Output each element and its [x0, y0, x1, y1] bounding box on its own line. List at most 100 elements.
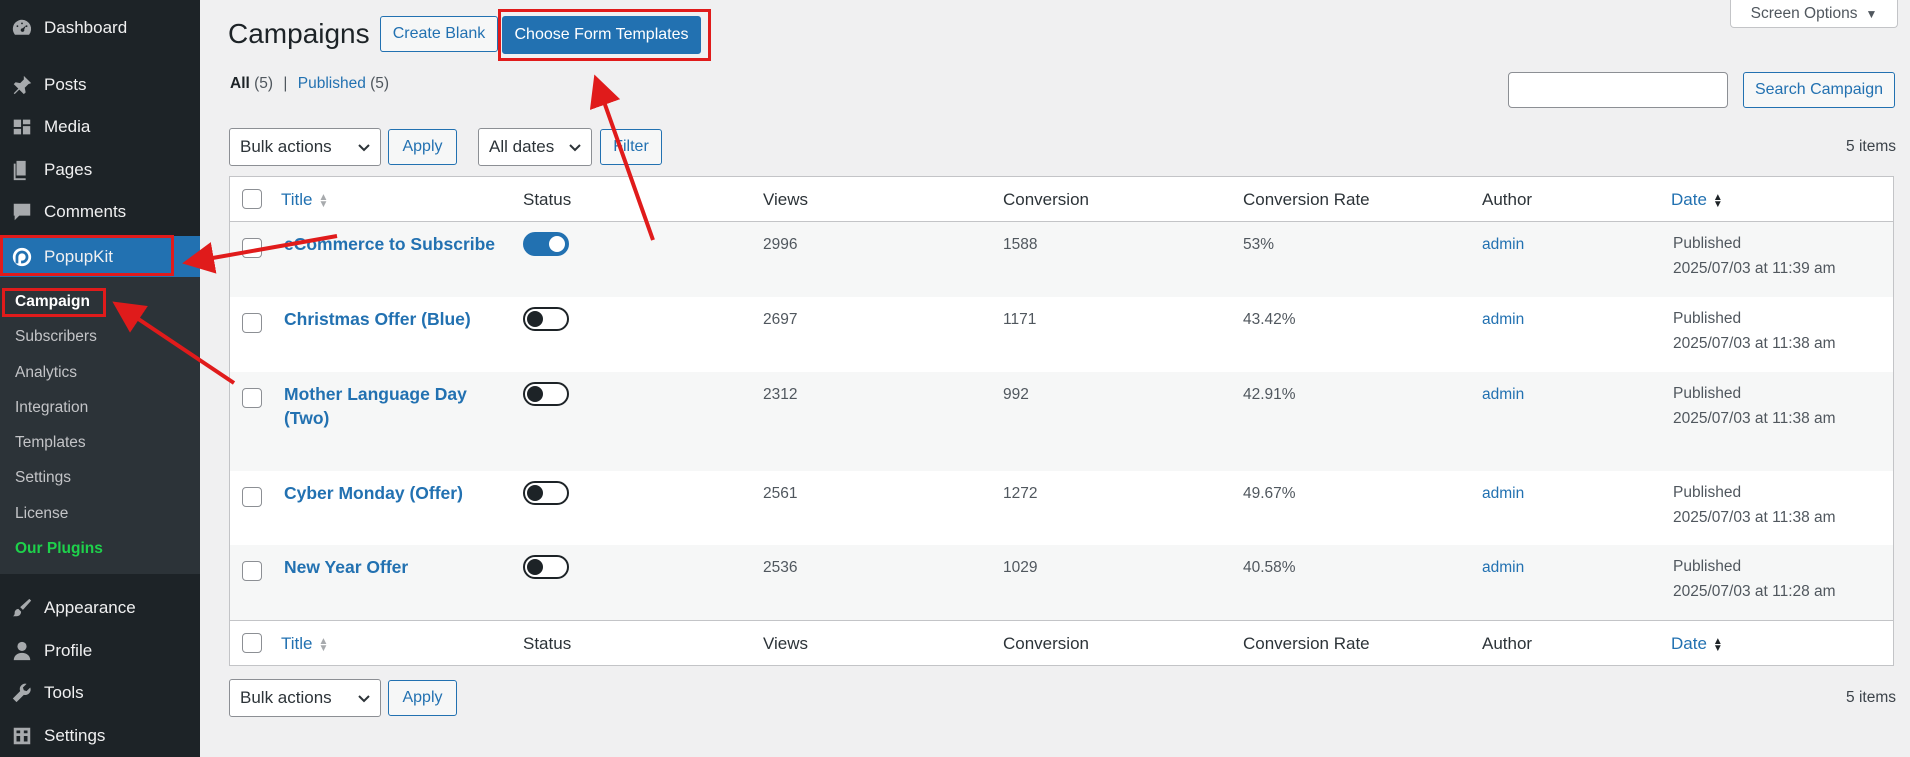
date-status: Published — [1673, 484, 1742, 501]
menu-pages[interactable]: Pages — [0, 150, 200, 190]
views-value: 2536 — [763, 559, 798, 576]
column-conversion: Conversion — [1003, 190, 1089, 209]
bulk-actions-select-bottom[interactable]: Bulk actions — [229, 679, 381, 717]
all-dates-select[interactable]: All dates — [478, 128, 592, 166]
menu-posts[interactable]: Posts — [0, 65, 200, 105]
media-icon — [10, 115, 34, 139]
column-title-label: Title — [281, 634, 313, 653]
author-link[interactable]: admin — [1482, 311, 1524, 329]
bulk-actions-select[interactable]: Bulk actions — [229, 128, 381, 166]
screen-options-label: Screen Options — [1750, 4, 1858, 22]
menu-settings[interactable]: Settings — [0, 716, 200, 756]
status-toggle[interactable] — [523, 382, 569, 406]
submenu-license[interactable]: License — [15, 502, 68, 526]
row-checkbox[interactable] — [242, 313, 262, 333]
submenu-subscribers[interactable]: Subscribers — [15, 325, 97, 349]
status-toggle[interactable] — [523, 481, 569, 505]
date-cell: Published 2025/07/03 at 11:38 am — [1673, 306, 1836, 356]
campaign-title-link[interactable]: Cyber Monday (Offer) — [284, 481, 463, 505]
table-row: Mother Language Day (Two) 2312 992 42.91… — [230, 372, 1893, 471]
toggle-knob — [549, 236, 565, 252]
table-row: eCommerce to Subscribe 2996 1588 53% adm… — [230, 222, 1893, 297]
submenu-our-plugins[interactable]: Our Plugins — [15, 537, 103, 561]
apply-button[interactable]: Apply — [388, 129, 457, 165]
conversion-value: 1588 — [1003, 236, 1038, 253]
row-checkbox[interactable] — [242, 487, 262, 507]
select-all-checkbox[interactable] — [242, 189, 262, 209]
menu-tools[interactable]: Tools — [0, 673, 200, 713]
campaign-title-link[interactable]: New Year Offer — [284, 555, 408, 579]
column-date[interactable]: Date ▲ ▼ — [1671, 634, 1723, 654]
date-value: 2025/07/03 at 11:38 am — [1673, 335, 1836, 352]
date-status: Published — [1673, 310, 1742, 327]
date-status: Published — [1673, 385, 1742, 402]
apply-button-bottom[interactable]: Apply — [388, 680, 457, 716]
campaign-title-link[interactable]: eCommerce to Subscribe — [284, 232, 495, 256]
column-date-label: Date — [1671, 634, 1707, 653]
screen-options-button[interactable]: Screen Options ▼ — [1730, 0, 1898, 28]
row-checkbox[interactable] — [242, 238, 262, 258]
annotation-box-campaign — [2, 288, 106, 317]
menu-appearance[interactable]: Appearance — [0, 588, 200, 628]
menu-comments[interactable]: Comments — [0, 192, 200, 232]
campaign-title-link[interactable]: Christmas Offer (Blue) — [284, 307, 471, 331]
popupkit-submenu: Campaign Subscribers Analytics Integrati… — [0, 277, 200, 574]
conversion-rate-value: 43.42% — [1243, 311, 1296, 328]
bulk-actions-value: Bulk actions — [240, 137, 332, 156]
menu-label: Pages — [44, 160, 93, 179]
menu-profile[interactable]: Profile — [0, 631, 200, 671]
submenu-settings[interactable]: Settings — [15, 466, 71, 490]
search-campaign-button[interactable]: Search Campaign — [1743, 72, 1895, 108]
column-title-label: Title — [281, 190, 313, 209]
bulk-actions-value: Bulk actions — [240, 688, 332, 707]
views-value: 2561 — [763, 485, 798, 502]
table-row: New Year Offer 2536 1029 40.58% admin Pu… — [230, 545, 1893, 620]
menu-media[interactable]: Media — [0, 107, 200, 147]
toggle-knob — [527, 386, 543, 402]
submenu-analytics[interactable]: Analytics — [15, 361, 77, 385]
column-status: Status — [523, 634, 572, 653]
triangle-down-icon: ▼ — [1865, 6, 1878, 21]
status-toggle[interactable] — [523, 232, 569, 256]
status-toggle[interactable] — [523, 555, 569, 579]
column-views: Views — [763, 190, 809, 209]
menu-label: Tools — [44, 683, 84, 702]
author-link[interactable]: admin — [1482, 236, 1524, 254]
select-all-checkbox[interactable] — [242, 633, 262, 653]
toggle-knob — [527, 559, 543, 575]
menu-label: Appearance — [44, 598, 136, 617]
date-value: 2025/07/03 at 11:38 am — [1673, 509, 1836, 526]
filter-all-count: (5) — [254, 75, 274, 92]
column-views: Views — [763, 634, 809, 653]
column-conversion: Conversion — [1003, 634, 1089, 653]
column-title[interactable]: Title ▲ ▼ — [281, 634, 328, 654]
submenu-integration[interactable]: Integration — [15, 396, 88, 420]
settings-icon — [10, 724, 34, 748]
filter-button[interactable]: Filter — [600, 129, 662, 165]
create-blank-button[interactable]: Create Blank — [380, 16, 498, 52]
sort-icon: ▲ ▼ — [1712, 191, 1723, 210]
table-row: Christmas Offer (Blue) 2697 1171 43.42% … — [230, 297, 1893, 372]
conversion-value: 1029 — [1003, 559, 1038, 576]
row-checkbox[interactable] — [242, 388, 262, 408]
search-input[interactable] — [1508, 72, 1728, 108]
row-checkbox[interactable] — [242, 561, 262, 581]
column-title[interactable]: Title ▲ ▼ — [281, 190, 328, 210]
menu-label: Media — [44, 117, 91, 136]
date-cell: Published 2025/07/03 at 11:28 am — [1673, 554, 1836, 604]
submenu-templates[interactable]: Templates — [15, 431, 86, 455]
menu-dashboard[interactable]: Dashboard — [0, 8, 200, 48]
column-conversion-rate: Conversion Rate — [1243, 190, 1370, 209]
author-link[interactable]: admin — [1482, 386, 1524, 404]
author-link[interactable]: admin — [1482, 485, 1524, 503]
column-author: Author — [1482, 190, 1533, 209]
toggle-knob — [527, 311, 543, 327]
status-toggle[interactable] — [523, 307, 569, 331]
author-link[interactable]: admin — [1482, 559, 1524, 577]
filter-all-link[interactable]: All — [230, 75, 250, 92]
campaign-title-link[interactable]: Mother Language Day (Two) — [284, 382, 484, 430]
menu-label: Settings — [44, 726, 106, 745]
filter-published-link[interactable]: Published — [298, 75, 366, 92]
column-date[interactable]: Date ▲ ▼ — [1671, 190, 1723, 210]
toggle-knob — [527, 485, 543, 501]
